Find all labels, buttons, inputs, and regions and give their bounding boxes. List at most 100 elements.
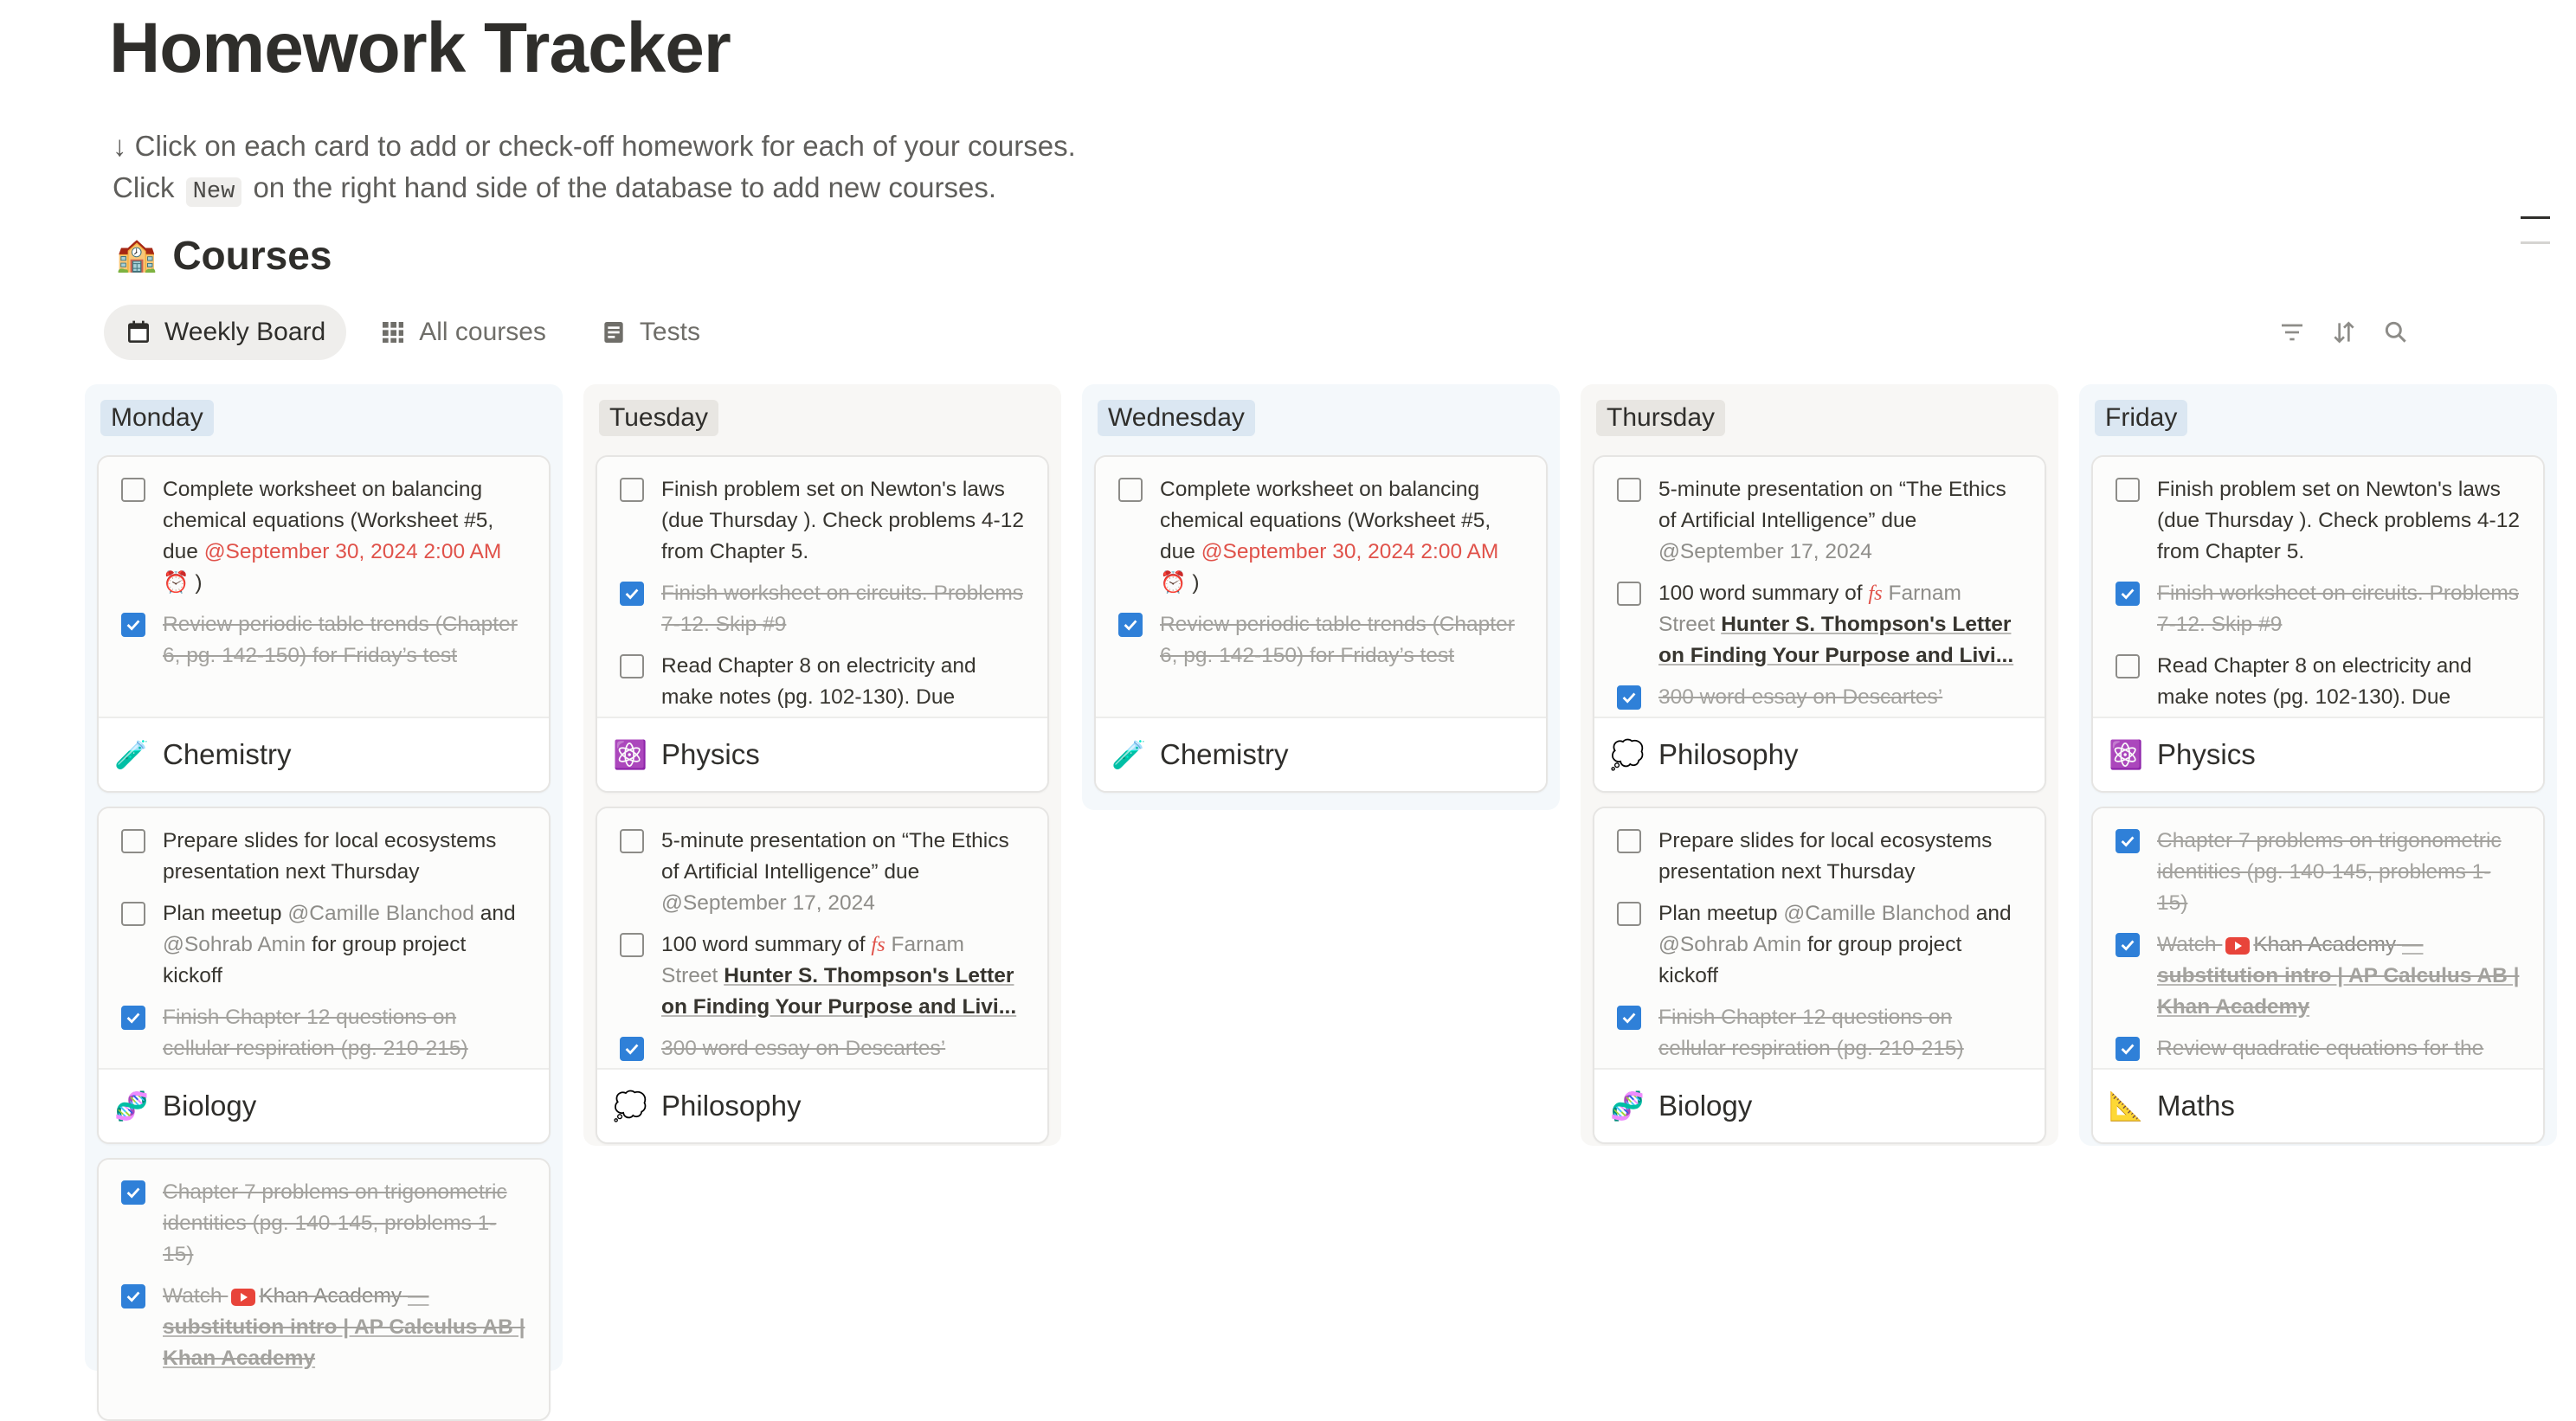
checkbox[interactable] bbox=[1118, 478, 1143, 502]
checkbox[interactable] bbox=[1617, 1006, 1641, 1030]
todo-item: Chapter 7 problems on trigonometric iden… bbox=[2116, 826, 2521, 919]
person-mention[interactable]: @Sohrab Amin bbox=[163, 933, 306, 956]
checkbox[interactable] bbox=[1617, 685, 1641, 710]
checkbox[interactable] bbox=[121, 1006, 145, 1030]
checkbox[interactable] bbox=[1617, 478, 1641, 502]
day-label: Tuesday bbox=[599, 400, 718, 436]
course-card[interactable]: 5-minute presentation on “The Ethics of … bbox=[596, 807, 1049, 1144]
check-icon bbox=[2121, 1044, 2135, 1055]
outline-indicator[interactable] bbox=[2521, 216, 2550, 267]
date-mention[interactable]: @September 30, 2024 2:00 AM bbox=[1201, 540, 1499, 563]
date-mention[interactable]: @September 17, 2024 bbox=[661, 891, 875, 915]
person-mention[interactable]: @Sohrab Amin bbox=[1658, 933, 1801, 956]
card-title[interactable]: 📐 Maths bbox=[2093, 1068, 2543, 1142]
youtube-icon bbox=[2225, 936, 2251, 955]
todo-item: Finish Chapter 12 questions on cellular … bbox=[1617, 1002, 2022, 1064]
sort-icon[interactable] bbox=[2330, 318, 2358, 346]
checkbox[interactable] bbox=[121, 1180, 145, 1205]
todo-item: Review periodic table trends (Chapter 6,… bbox=[1118, 609, 1523, 672]
course-card[interactable]: Chapter 7 problems on trigonometric iden… bbox=[2091, 807, 2545, 1144]
checkbox[interactable] bbox=[121, 1284, 145, 1308]
card-title[interactable]: ⚛️ Physics bbox=[2093, 717, 2543, 791]
tab-weekly-board[interactable]: Weekly Board bbox=[104, 305, 347, 360]
calendar-icon bbox=[128, 320, 149, 343]
todo-item: Plan meetup @Camille Blanchod and @Sohra… bbox=[1617, 898, 2022, 992]
todo-item: Review periodic table trends (Chapter 6,… bbox=[121, 609, 526, 672]
checkbox[interactable] bbox=[620, 1037, 644, 1061]
card-title[interactable]: ⚛️ Physics bbox=[597, 717, 1047, 791]
date-mention[interactable]: @September 30, 2024 2:00 AM bbox=[204, 540, 502, 563]
filter-icon[interactable] bbox=[2278, 318, 2306, 346]
checkbox[interactable] bbox=[2116, 582, 2140, 606]
card-title[interactable]: 🧬 Biology bbox=[1594, 1068, 2045, 1142]
card-title[interactable]: 💭 Philosophy bbox=[597, 1068, 1047, 1142]
course-card[interactable]: Complete worksheet on balancing chemical… bbox=[97, 455, 551, 793]
outline-line bbox=[2521, 216, 2550, 219]
test-tube-icon: 🧪 bbox=[114, 739, 149, 770]
view-tabs: Weekly Board All courses Tests bbox=[104, 305, 721, 360]
search-icon[interactable] bbox=[2382, 318, 2410, 346]
checkbox[interactable] bbox=[121, 478, 145, 502]
check-icon bbox=[126, 1187, 140, 1199]
database-header: 🏫 Courses bbox=[116, 232, 332, 279]
test-tube-icon: 🧪 bbox=[1111, 739, 1146, 770]
checkbox[interactable] bbox=[2116, 1037, 2140, 1061]
todo-item: Complete worksheet on balancing chemical… bbox=[121, 474, 526, 599]
course-card[interactable]: Finish problem set on Newton's laws (due… bbox=[2091, 455, 2545, 793]
day-label: Wednesday bbox=[1098, 400, 1255, 436]
course-card[interactable]: Complete worksheet on balancing chemical… bbox=[1094, 455, 1548, 793]
checkbox[interactable] bbox=[2116, 933, 2140, 957]
checkbox[interactable] bbox=[620, 829, 644, 853]
check-icon bbox=[126, 1013, 140, 1024]
triangle-ruler-icon: 📐 bbox=[2109, 1090, 2143, 1122]
check-icon bbox=[126, 620, 140, 631]
card-title[interactable]: 🧪 Chemistry bbox=[1096, 717, 1546, 791]
todo-item: Chapter 7 problems on trigonometric iden… bbox=[121, 1177, 526, 1270]
day-label: Thursday bbox=[1596, 400, 1726, 436]
card-title[interactable]: 💭 Philosophy bbox=[1594, 717, 2045, 791]
course-card[interactable]: Prepare slides for local ecosystems pres… bbox=[1593, 807, 2046, 1144]
description-line-2: Click New on the right hand side of the … bbox=[113, 168, 996, 212]
column-tuesday: Tuesday Finish problem set on Newton's l… bbox=[583, 384, 1061, 1146]
checkbox[interactable] bbox=[1617, 902, 1641, 926]
course-card[interactable]: Finish problem set on Newton's laws (due… bbox=[596, 455, 1049, 793]
todo-item: Prepare slides for local ecosystems pres… bbox=[1617, 826, 2022, 888]
check-icon bbox=[625, 1044, 639, 1055]
checkbox[interactable] bbox=[2116, 654, 2140, 678]
checkbox[interactable] bbox=[1617, 582, 1641, 606]
todo-item: Watch Khan Academy — substitution intro … bbox=[121, 1281, 526, 1374]
date-mention[interactable]: @September 17, 2024 bbox=[1658, 540, 1872, 563]
checkbox[interactable] bbox=[2116, 829, 2140, 853]
page-title: Homework Tracker bbox=[109, 9, 731, 87]
check-icon bbox=[1622, 692, 1636, 704]
tab-all-courses[interactable]: All courses bbox=[358, 305, 567, 360]
person-mention[interactable]: @Camille Blanchod bbox=[1783, 902, 1970, 925]
checkbox[interactable] bbox=[1118, 613, 1143, 637]
checkbox[interactable] bbox=[121, 902, 145, 926]
checkbox[interactable] bbox=[620, 582, 644, 606]
day-label: Friday bbox=[2095, 400, 2188, 436]
tab-tests[interactable]: Tests bbox=[579, 305, 721, 360]
course-card[interactable]: Chapter 7 problems on trigonometric iden… bbox=[97, 1158, 551, 1421]
card-title[interactable]: 🧪 Chemistry bbox=[99, 717, 549, 791]
todo-item: 5-minute presentation on “The Ethics of … bbox=[620, 826, 1025, 919]
checkbox[interactable] bbox=[1617, 829, 1641, 853]
card-title[interactable]: 🧬 Biology bbox=[99, 1068, 549, 1142]
checkbox[interactable] bbox=[620, 933, 644, 957]
column-wednesday: Wednesday Complete worksheet on balancin… bbox=[1082, 384, 1560, 810]
checkbox[interactable] bbox=[620, 654, 644, 678]
database-title[interactable]: Courses bbox=[172, 232, 332, 279]
checkbox[interactable] bbox=[121, 613, 145, 637]
person-mention[interactable]: @Camille Blanchod bbox=[287, 902, 474, 925]
column-thursday: Thursday 5-minute presentation on “The E… bbox=[1581, 384, 2058, 1146]
view-toolbar bbox=[2278, 318, 2410, 346]
alarm-icon: ⏰ bbox=[1160, 571, 1187, 595]
checkbox[interactable] bbox=[121, 829, 145, 853]
tab-label: All courses bbox=[419, 318, 546, 346]
course-card[interactable]: Prepare slides for local ecosystems pres… bbox=[97, 807, 551, 1144]
atom-icon: ⚛️ bbox=[613, 739, 647, 770]
checkbox[interactable] bbox=[2116, 478, 2140, 502]
thought-bubble-icon: 💭 bbox=[1610, 739, 1645, 770]
checkbox[interactable] bbox=[620, 478, 644, 502]
course-card[interactable]: 5-minute presentation on “The Ethics of … bbox=[1593, 455, 2046, 793]
